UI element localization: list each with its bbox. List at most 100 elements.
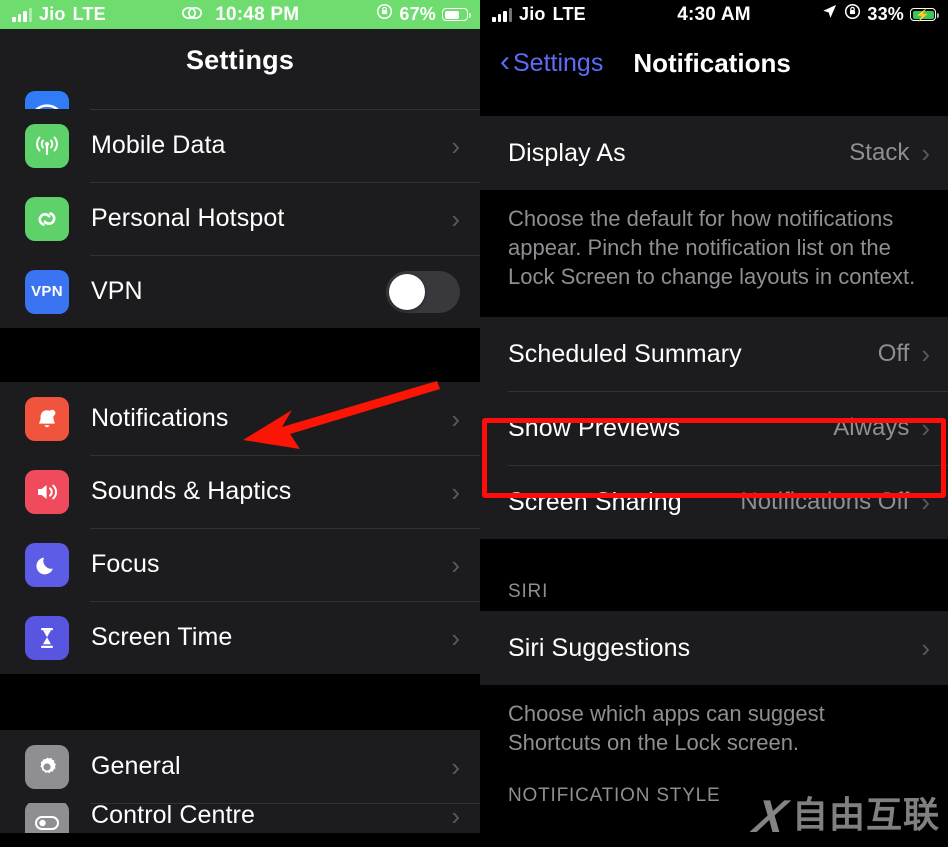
left-nav-bar: Settings xyxy=(0,29,480,91)
sidebar-item-label: Mobile Data xyxy=(91,131,226,159)
sidebar-item-label: Personal Hotspot xyxy=(91,204,285,232)
sidebar-item-label: General xyxy=(91,752,181,780)
clock-label: 4:30 AM xyxy=(677,3,751,25)
chevron-right-icon: › xyxy=(451,130,460,161)
row-label: Siri Suggestions xyxy=(508,633,691,662)
sidebar-item-label: Sounds & Haptics xyxy=(91,477,292,505)
sidebar-item-label: Screen Time xyxy=(91,623,233,651)
siri-footnote: Choose which apps can suggest Shortcuts … xyxy=(480,685,948,776)
row-label: Screen Sharing xyxy=(508,487,682,516)
sidebar-item-mobile-data[interactable]: Mobile Data › xyxy=(0,109,480,182)
row-accessory: › xyxy=(451,479,460,505)
speaker-icon xyxy=(25,469,69,514)
chevron-right-icon: › xyxy=(921,633,930,664)
row-accessory: › xyxy=(921,635,930,661)
row-accessory: Always › xyxy=(833,414,930,442)
sidebar-item-personal-hotspot[interactable]: Personal Hotspot › xyxy=(0,182,480,255)
sidebar-item-label: Focus xyxy=(91,550,160,578)
back-button-label: Settings xyxy=(513,49,604,77)
chevron-right-icon: › xyxy=(921,138,930,168)
right-phone-screen: Jio LTE 4:30 AM 33% ⚡ ‹ Settings Notific… xyxy=(480,0,948,847)
chevron-right-icon: › xyxy=(451,476,460,507)
carrier-label: Jio xyxy=(519,4,546,24)
sidebar-item-wifi[interactable] xyxy=(0,91,480,109)
mobile-data-icon xyxy=(25,123,69,168)
right-nav-bar: ‹ Settings Notifications xyxy=(480,29,948,98)
screen-sharing-row[interactable]: Screen Sharing Notifications Off › xyxy=(480,465,948,540)
sidebar-item-notifications[interactable]: Notifications › xyxy=(0,382,480,455)
battery-icon xyxy=(442,8,472,21)
section-gap xyxy=(0,674,480,730)
row-accessory: Off › xyxy=(878,340,930,368)
sidebar-item-general[interactable]: General › xyxy=(0,730,480,803)
display-as-footnote: Choose the default for how notifications… xyxy=(480,190,948,310)
chevron-left-icon: ‹ xyxy=(500,45,510,78)
right-status-bar: Jio LTE 4:30 AM 33% ⚡ xyxy=(480,0,948,29)
settings-group-system: General › Control Centre › xyxy=(0,730,480,833)
row-value: Stack xyxy=(849,139,910,166)
chevron-right-icon: › xyxy=(921,487,930,518)
display-as-row[interactable]: Display As Stack › xyxy=(480,116,948,190)
chevron-right-icon: › xyxy=(921,339,930,370)
clock-label: 10:48 PM xyxy=(215,3,300,25)
battery-percent-label: 67% xyxy=(399,4,436,24)
chevron-right-icon: › xyxy=(921,413,930,444)
chevron-right-icon: › xyxy=(451,403,460,434)
row-accessory: Notifications Off › xyxy=(740,488,930,516)
vpn-icon: VPN xyxy=(25,269,69,314)
screen-mirroring-icon xyxy=(181,4,208,25)
settings-group-connectivity: Mobile Data › Personal Hotspot › VPN VPN xyxy=(0,91,480,328)
dual-screenshot-comparison: Jio LTE 10:48 PM 67% Settings Mobile Dat… xyxy=(0,0,948,847)
carrier-label: Jio xyxy=(39,4,66,24)
sidebar-item-control-centre[interactable]: Control Centre › xyxy=(0,803,480,833)
show-previews-row[interactable]: Show Previews Always › xyxy=(480,391,948,466)
left-status-bar: Jio LTE 10:48 PM 67% xyxy=(0,0,480,29)
page-title: Settings xyxy=(185,44,295,75)
status-bar-left-group: Jio LTE xyxy=(12,4,106,25)
row-accessory xyxy=(386,270,460,313)
row-label: Show Previews xyxy=(508,413,681,442)
row-accessory: › xyxy=(451,133,460,159)
location-arrow-icon xyxy=(821,3,838,26)
row-label: Display As xyxy=(508,138,626,167)
status-bar-left-group: Jio LTE xyxy=(492,4,586,25)
hourglass-icon xyxy=(25,615,69,660)
siri-suggestions-row[interactable]: Siri Suggestions › xyxy=(480,611,948,686)
section-gap xyxy=(480,98,948,116)
row-value: Always xyxy=(833,414,910,442)
personal-hotspot-icon xyxy=(25,196,69,241)
row-value: Off xyxy=(877,340,910,368)
chevron-right-icon: › xyxy=(451,751,460,782)
rotation-lock-icon xyxy=(844,3,861,26)
vpn-toggle[interactable] xyxy=(386,270,460,313)
network-type-label: LTE xyxy=(552,4,586,24)
siri-group: Siri Suggestions › xyxy=(480,611,948,686)
left-phone-screen: Jio LTE 10:48 PM 67% Settings Mobile Dat… xyxy=(0,0,480,847)
siri-section-header: SIRI xyxy=(480,539,948,612)
signal-bars-icon xyxy=(492,7,512,22)
row-accessory: Stack › xyxy=(849,139,930,167)
rotation-lock-icon xyxy=(376,3,393,26)
sidebar-item-vpn[interactable]: VPN VPN xyxy=(0,255,480,328)
row-accessory: › xyxy=(451,625,460,651)
sidebar-item-focus[interactable]: Focus › xyxy=(0,528,480,601)
page-title: Notifications xyxy=(633,48,791,78)
row-value: Notifications Off xyxy=(740,488,910,516)
bell-icon xyxy=(25,396,69,441)
wifi-icon xyxy=(25,91,69,109)
scheduled-summary-row[interactable]: Scheduled Summary Off › xyxy=(480,317,948,392)
row-accessory: › xyxy=(451,206,460,232)
sidebar-item-sounds-haptics[interactable]: Sounds & Haptics › xyxy=(0,455,480,528)
row-accessory: › xyxy=(451,754,460,780)
sidebar-item-screen-time[interactable]: Screen Time › xyxy=(0,601,480,674)
status-bar-right-group: 67% xyxy=(376,3,472,26)
back-button[interactable]: ‹ Settings xyxy=(500,45,604,78)
row-label: Scheduled Summary xyxy=(508,339,742,368)
notifications-options-group: Scheduled Summary Off › Show Previews Al… xyxy=(480,317,948,540)
section-gap xyxy=(0,328,480,382)
battery-percent-label: 33% xyxy=(867,4,904,24)
row-accessory: › xyxy=(451,552,460,578)
chevron-right-icon: › xyxy=(451,803,460,831)
section-gap xyxy=(480,309,948,318)
chevron-right-icon: › xyxy=(451,203,460,234)
